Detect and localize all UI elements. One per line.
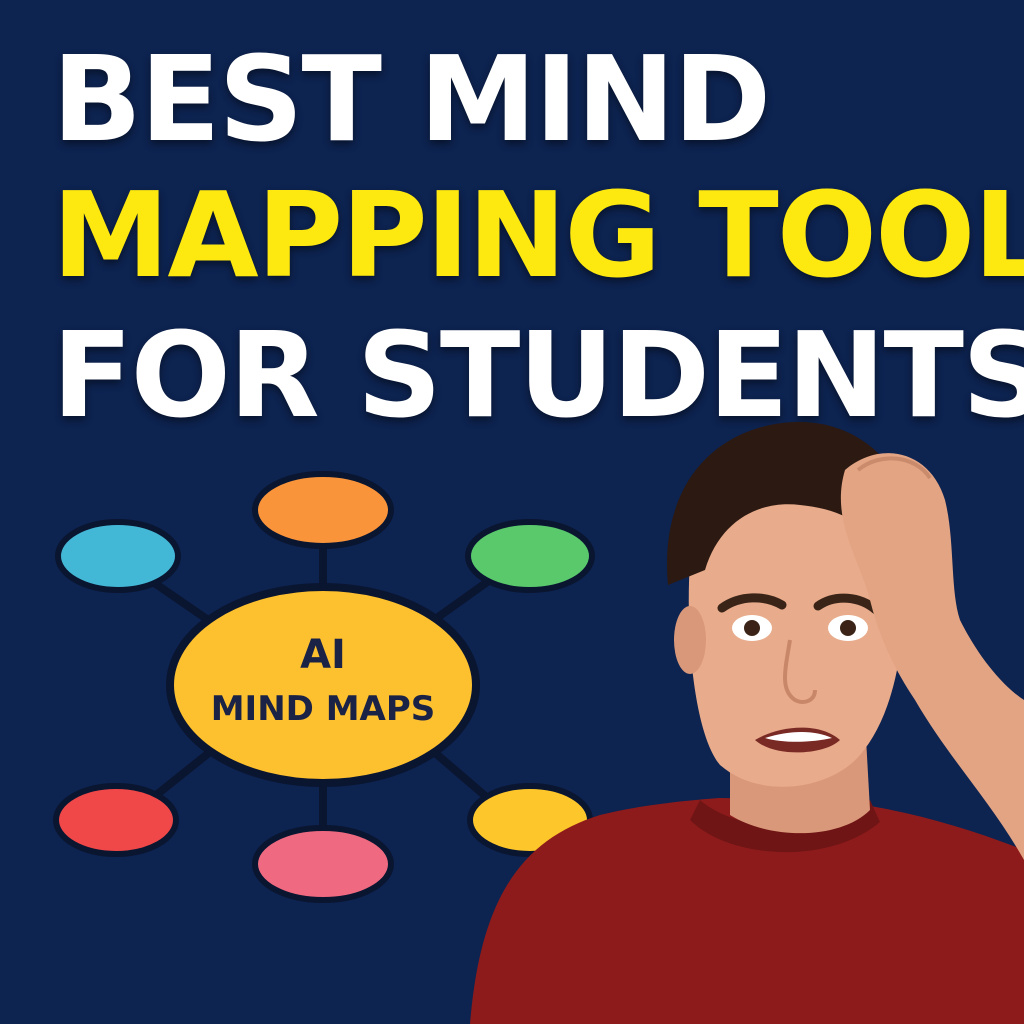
left-ear [674, 606, 706, 674]
confused-student-photo [470, 421, 1024, 1024]
right-pupil [840, 620, 856, 636]
left-pupil [744, 620, 760, 636]
